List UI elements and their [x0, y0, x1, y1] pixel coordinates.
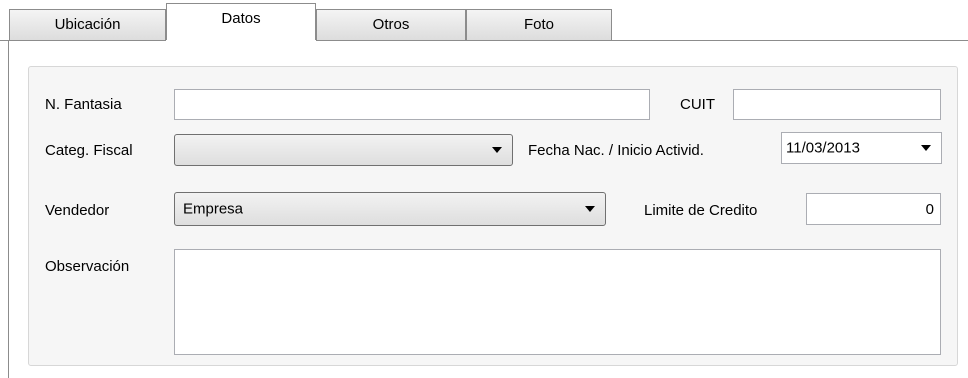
chevron-down-icon	[585, 206, 595, 212]
client-form-window: Ubicación Datos Otros Foto N. Fantasia C…	[0, 0, 968, 378]
observacion-textarea[interactable]	[174, 249, 941, 355]
tab-foto[interactable]: Foto	[466, 9, 612, 41]
cuit-label: CUIT	[680, 96, 715, 113]
tab-ubicacion-label: Ubicación	[54, 16, 121, 33]
tab-otros[interactable]: Otros	[316, 9, 466, 41]
tab-strip-border	[0, 40, 968, 41]
vendedor-select[interactable]: Empresa	[174, 192, 606, 226]
categ-fiscal-select[interactable]	[174, 134, 513, 166]
chevron-down-icon[interactable]	[921, 145, 931, 151]
limite-label: Limite de Credito	[644, 202, 758, 219]
fantasia-input[interactable]	[174, 89, 650, 120]
tab-page-left-border	[8, 40, 9, 378]
vendedor-label: Vendedor	[45, 202, 110, 219]
tab-otros-label: Otros	[372, 16, 410, 33]
limite-input[interactable]	[806, 193, 941, 225]
categ-fiscal-label: Categ. Fiscal	[45, 142, 133, 159]
fecha-label: Fecha Nac. / Inicio Activid.	[528, 142, 704, 159]
observacion-label: Observación	[45, 258, 130, 275]
chevron-down-icon	[492, 147, 502, 153]
tab-foto-label: Foto	[523, 16, 554, 33]
vendedor-value: Empresa	[183, 200, 244, 218]
fantasia-label: N. Fantasia	[45, 96, 122, 113]
tab-ubicacion[interactable]: Ubicación	[9, 9, 166, 41]
active-tab-join	[166, 40, 316, 41]
tab-datos[interactable]: Datos	[166, 3, 316, 41]
cuit-input[interactable]	[733, 89, 941, 120]
fecha-value: 11/03/2013	[786, 139, 860, 157]
fecha-datepicker[interactable]: 11/03/2013	[781, 132, 942, 164]
tab-datos-label: Datos	[221, 10, 261, 27]
